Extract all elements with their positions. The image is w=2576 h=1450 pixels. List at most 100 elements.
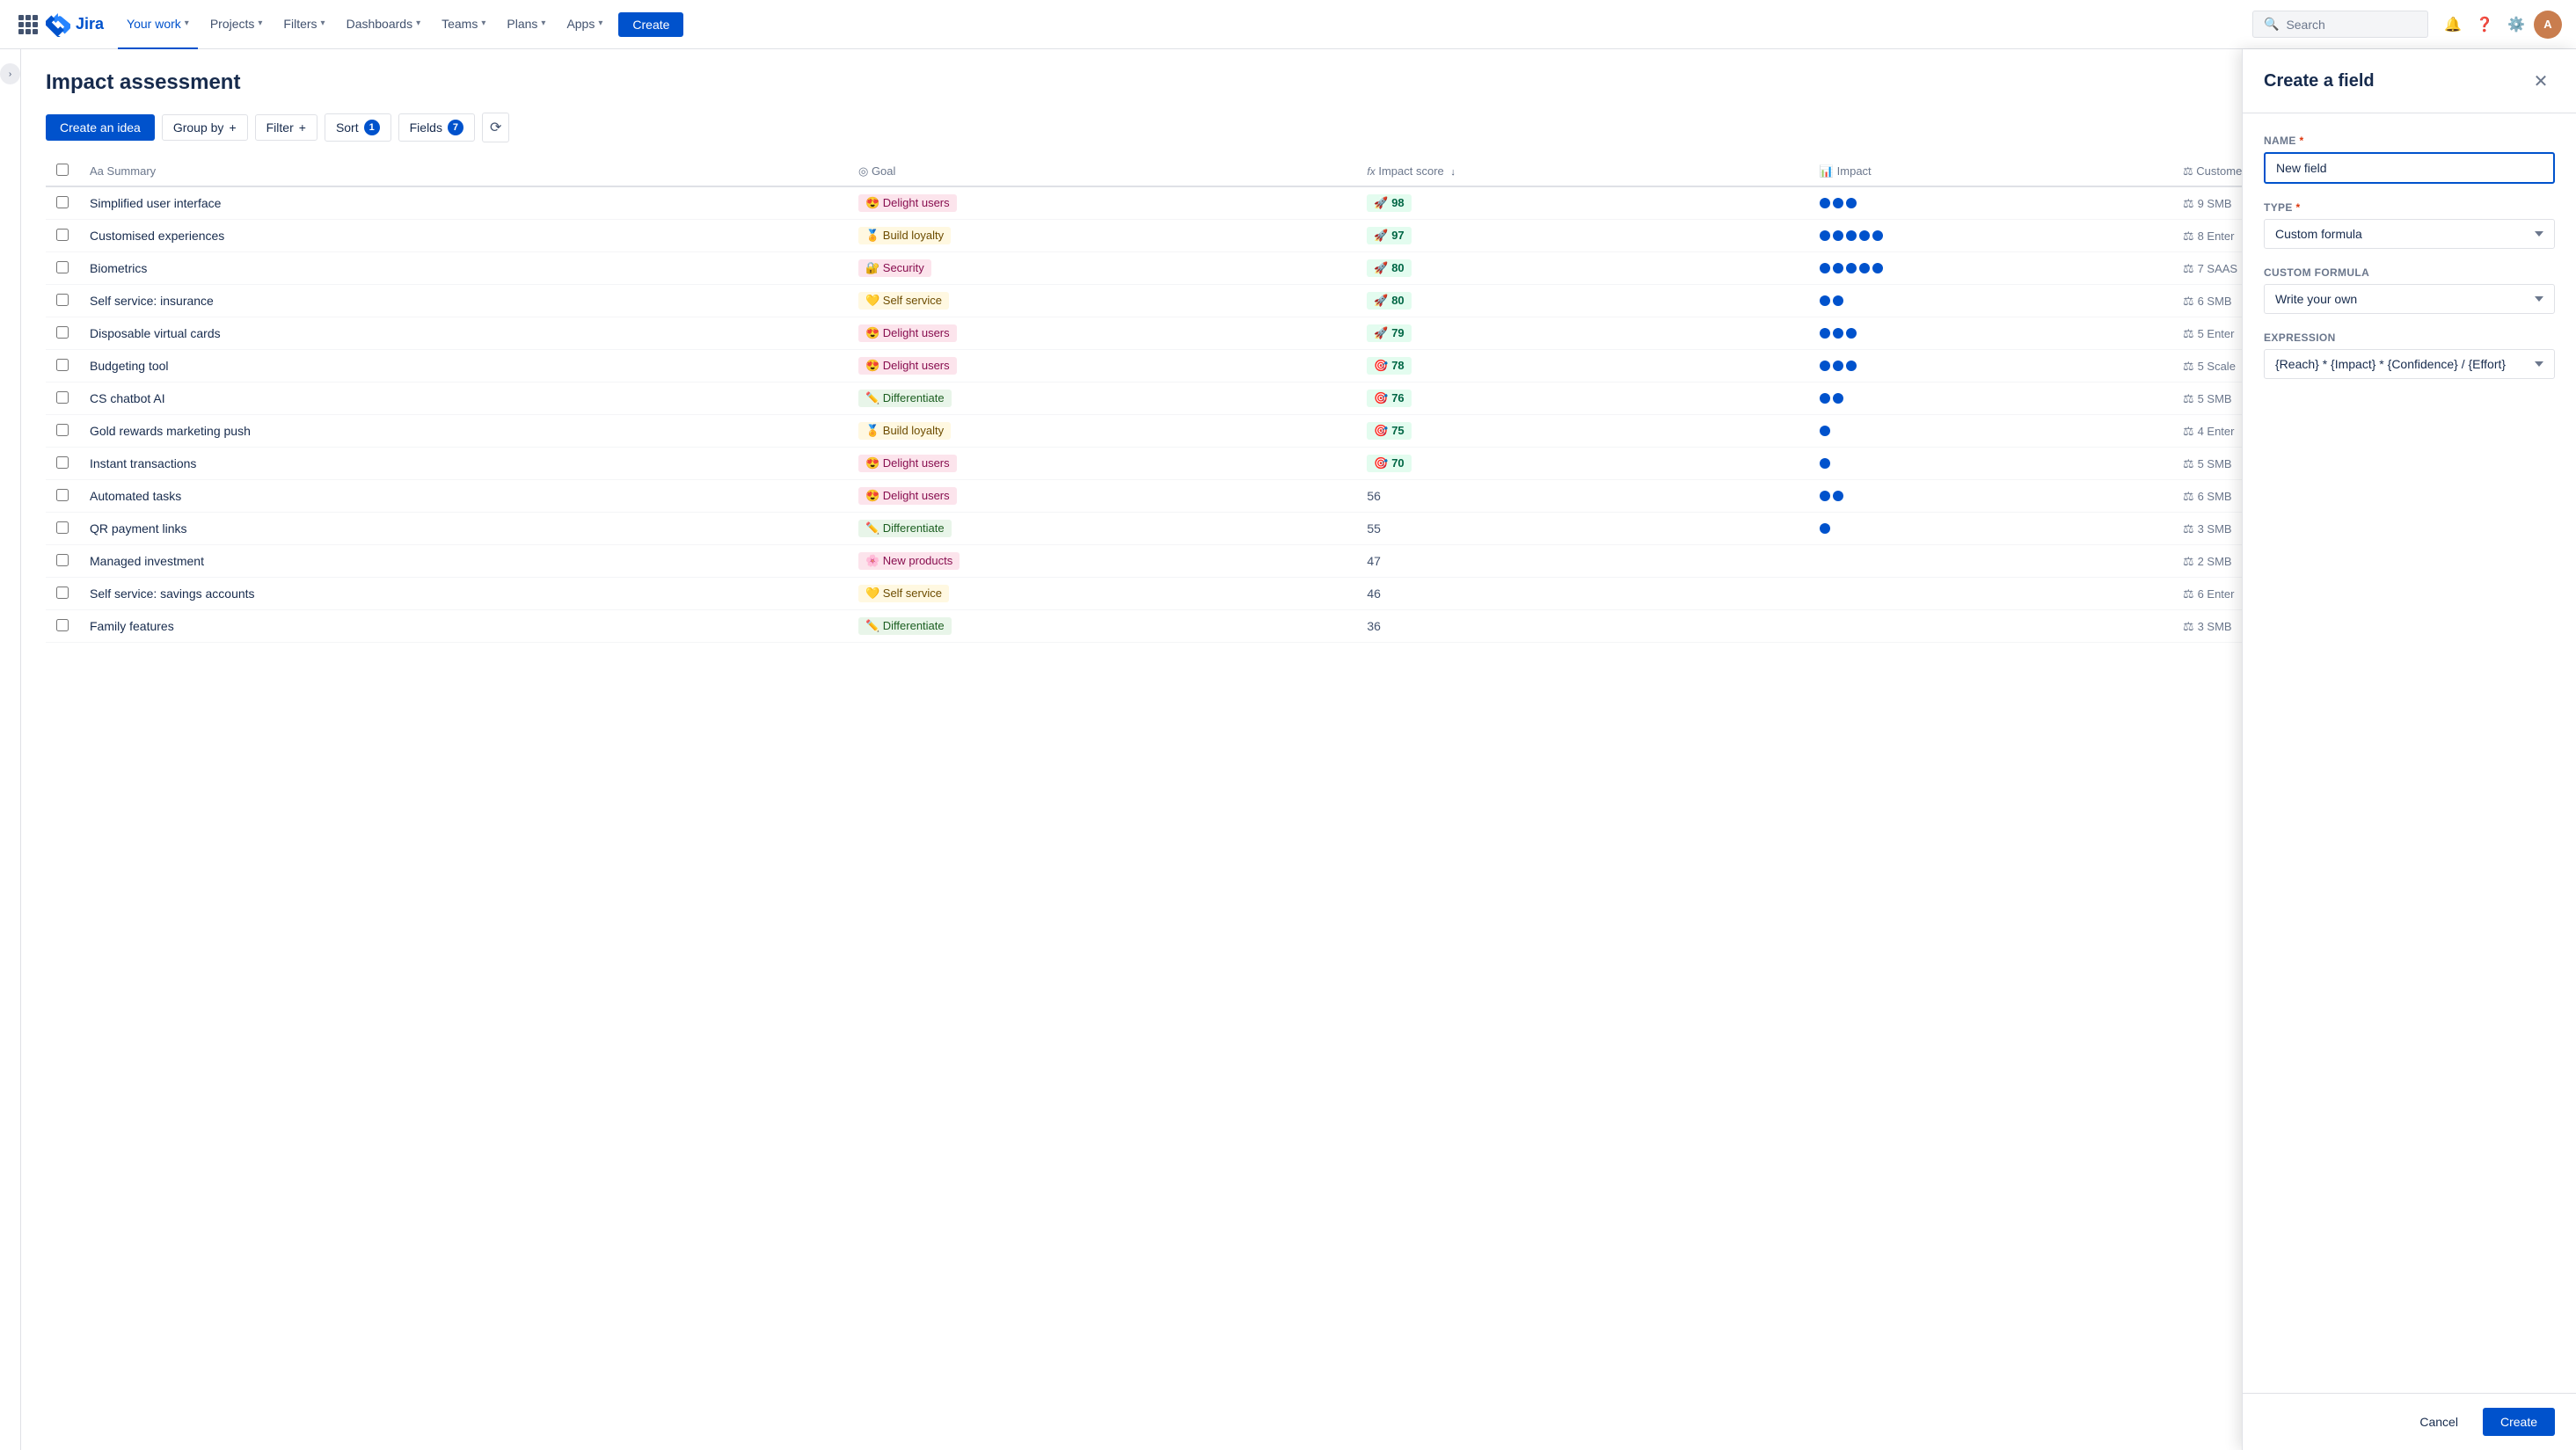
nav-apps[interactable]: Apps ▾: [558, 0, 611, 49]
th-score-label: Impact score: [1378, 164, 1443, 178]
sort-button[interactable]: Sort 1: [325, 113, 391, 142]
panel-title: Create a field: [2264, 71, 2375, 91]
create-button[interactable]: Create: [618, 12, 683, 37]
cell-summary: Managed investment: [79, 545, 848, 578]
cell-impact-score: 🎯 70: [1356, 448, 1808, 480]
impact-dot: [1820, 458, 1830, 469]
cancel-button[interactable]: Cancel: [2405, 1408, 2472, 1436]
select-all-checkbox[interactable]: [56, 164, 69, 176]
panel-close-button[interactable]: ✕: [2527, 67, 2555, 95]
cell-impact-score: 🚀 79: [1356, 317, 1808, 350]
group-by-label: Group by: [173, 120, 224, 135]
cell-summary: Simplified user interface: [79, 186, 848, 220]
table-body: Simplified user interface 😍 Delight users…: [46, 186, 2551, 643]
cell-summary: Biometrics: [79, 252, 848, 285]
th-summary-label: Summary: [107, 164, 157, 178]
nav-dashboards[interactable]: Dashboards ▾: [338, 0, 430, 49]
create-field-button[interactable]: Create: [2483, 1408, 2555, 1436]
type-field-select[interactable]: Custom formula Text Number Date Select: [2264, 219, 2555, 249]
customer-icon: ⚖: [2183, 489, 2194, 504]
cell-impact: [1809, 186, 2172, 220]
row-checkbox[interactable]: [56, 424, 69, 436]
nav-teams[interactable]: Teams ▾: [433, 0, 494, 49]
page-title: Impact assessment: [46, 70, 2551, 95]
th-customer-icon: ⚖: [2183, 164, 2193, 178]
row-checkbox[interactable]: [56, 456, 69, 469]
th-summary[interactable]: Aa Summary: [79, 157, 848, 186]
chevron-down-icon: ▾: [321, 18, 325, 28]
cell-impact: [1809, 448, 2172, 480]
cell-impact: [1809, 350, 2172, 383]
notifications-button[interactable]: 🔔: [2439, 11, 2467, 39]
cell-impact-score: 🚀 80: [1356, 285, 1808, 317]
formula-field-select[interactable]: Write your own RICE score Impact/Effort: [2264, 284, 2555, 314]
group-by-button[interactable]: Group by +: [162, 114, 248, 141]
sort-label: Sort: [336, 120, 359, 135]
customer-icon: ⚖: [2183, 326, 2194, 341]
nav-projects[interactable]: Projects ▾: [201, 0, 272, 49]
cell-summary: Self service: insurance: [79, 285, 848, 317]
customer-icon: ⚖: [2183, 391, 2194, 406]
impact-dot: [1846, 230, 1857, 241]
chevron-down-icon: ▾: [481, 18, 485, 28]
impact-dot: [1820, 426, 1830, 436]
cell-goal: ✏️ Differentiate: [848, 513, 1356, 545]
impact-dot: [1833, 393, 1843, 404]
nav-filters[interactable]: Filters ▾: [274, 0, 333, 49]
row-checkbox[interactable]: [56, 391, 69, 404]
row-checkbox[interactable]: [56, 229, 69, 241]
cell-goal: 💛 Self service: [848, 578, 1356, 610]
table-row: QR payment links✏️ Differentiate55⚖ 3 SM…: [46, 513, 2551, 545]
cell-impact: [1809, 383, 2172, 415]
row-checkbox[interactable]: [56, 326, 69, 339]
cell-impact-score: 🎯 76: [1356, 383, 1808, 415]
row-checkbox[interactable]: [56, 196, 69, 208]
cell-impact: [1809, 317, 2172, 350]
impact-dot: [1833, 230, 1843, 241]
name-field-input[interactable]: [2264, 152, 2555, 184]
th-impact[interactable]: 📊 Impact: [1809, 157, 2172, 186]
filter-label: Filter: [266, 120, 294, 135]
search-icon: 🔍: [2264, 17, 2279, 32]
cell-summary: Instant transactions: [79, 448, 848, 480]
row-checkbox[interactable]: [56, 619, 69, 631]
search-bar[interactable]: 🔍 Search: [2252, 11, 2428, 38]
user-avatar[interactable]: A: [2534, 11, 2562, 39]
cell-impact-score: 🚀 97: [1356, 220, 1808, 252]
help-button[interactable]: ❓: [2470, 11, 2499, 39]
row-checkbox[interactable]: [56, 587, 69, 599]
cell-goal: 😍 Delight users: [848, 448, 1356, 480]
cell-impact: [1809, 252, 2172, 285]
filter-button[interactable]: Filter +: [255, 114, 317, 141]
app-grid-icon[interactable]: [14, 11, 42, 39]
nav-your-work[interactable]: Your work ▾: [118, 0, 198, 49]
row-checkbox[interactable]: [56, 359, 69, 371]
row-checkbox[interactable]: [56, 521, 69, 534]
logo-text: Jira: [76, 15, 104, 33]
sort-count-badge: 1: [364, 120, 380, 135]
row-checkbox[interactable]: [56, 554, 69, 566]
row-checkbox[interactable]: [56, 261, 69, 273]
customer-icon: ⚖: [2183, 196, 2194, 211]
nav-plans[interactable]: Plans ▾: [498, 0, 554, 49]
cell-impact-score: 🎯 78: [1356, 350, 1808, 383]
expand-sidebar-icon[interactable]: ›: [0, 63, 20, 84]
fields-button[interactable]: Fields 7: [398, 113, 475, 142]
expression-field-select[interactable]: {Reach} * {Impact} * {Confidence} / {Eff…: [2264, 349, 2555, 379]
row-checkbox[interactable]: [56, 489, 69, 501]
fields-label: Fields: [410, 120, 442, 135]
th-goal[interactable]: ◎ Goal: [848, 157, 1356, 186]
th-impact-score[interactable]: fx Impact score ↓: [1356, 157, 1808, 186]
jira-logo[interactable]: Jira: [46, 12, 104, 37]
row-checkbox[interactable]: [56, 294, 69, 306]
th-goal-icon: ◎: [858, 164, 868, 178]
sidebar-toggle[interactable]: ›: [0, 49, 21, 1450]
table-row: Disposable virtual cards😍 Delight users🚀…: [46, 317, 2551, 350]
impact-dot: [1833, 198, 1843, 208]
cell-goal: 😍 Delight users: [848, 317, 1356, 350]
cell-goal: 🏅 Build loyalty: [848, 220, 1356, 252]
settings-button[interactable]: ⚙️: [2502, 11, 2530, 39]
customer-icon: ⚖: [2183, 554, 2194, 569]
create-idea-button[interactable]: Create an idea: [46, 114, 155, 141]
refresh-button[interactable]: ⟳: [482, 113, 509, 142]
